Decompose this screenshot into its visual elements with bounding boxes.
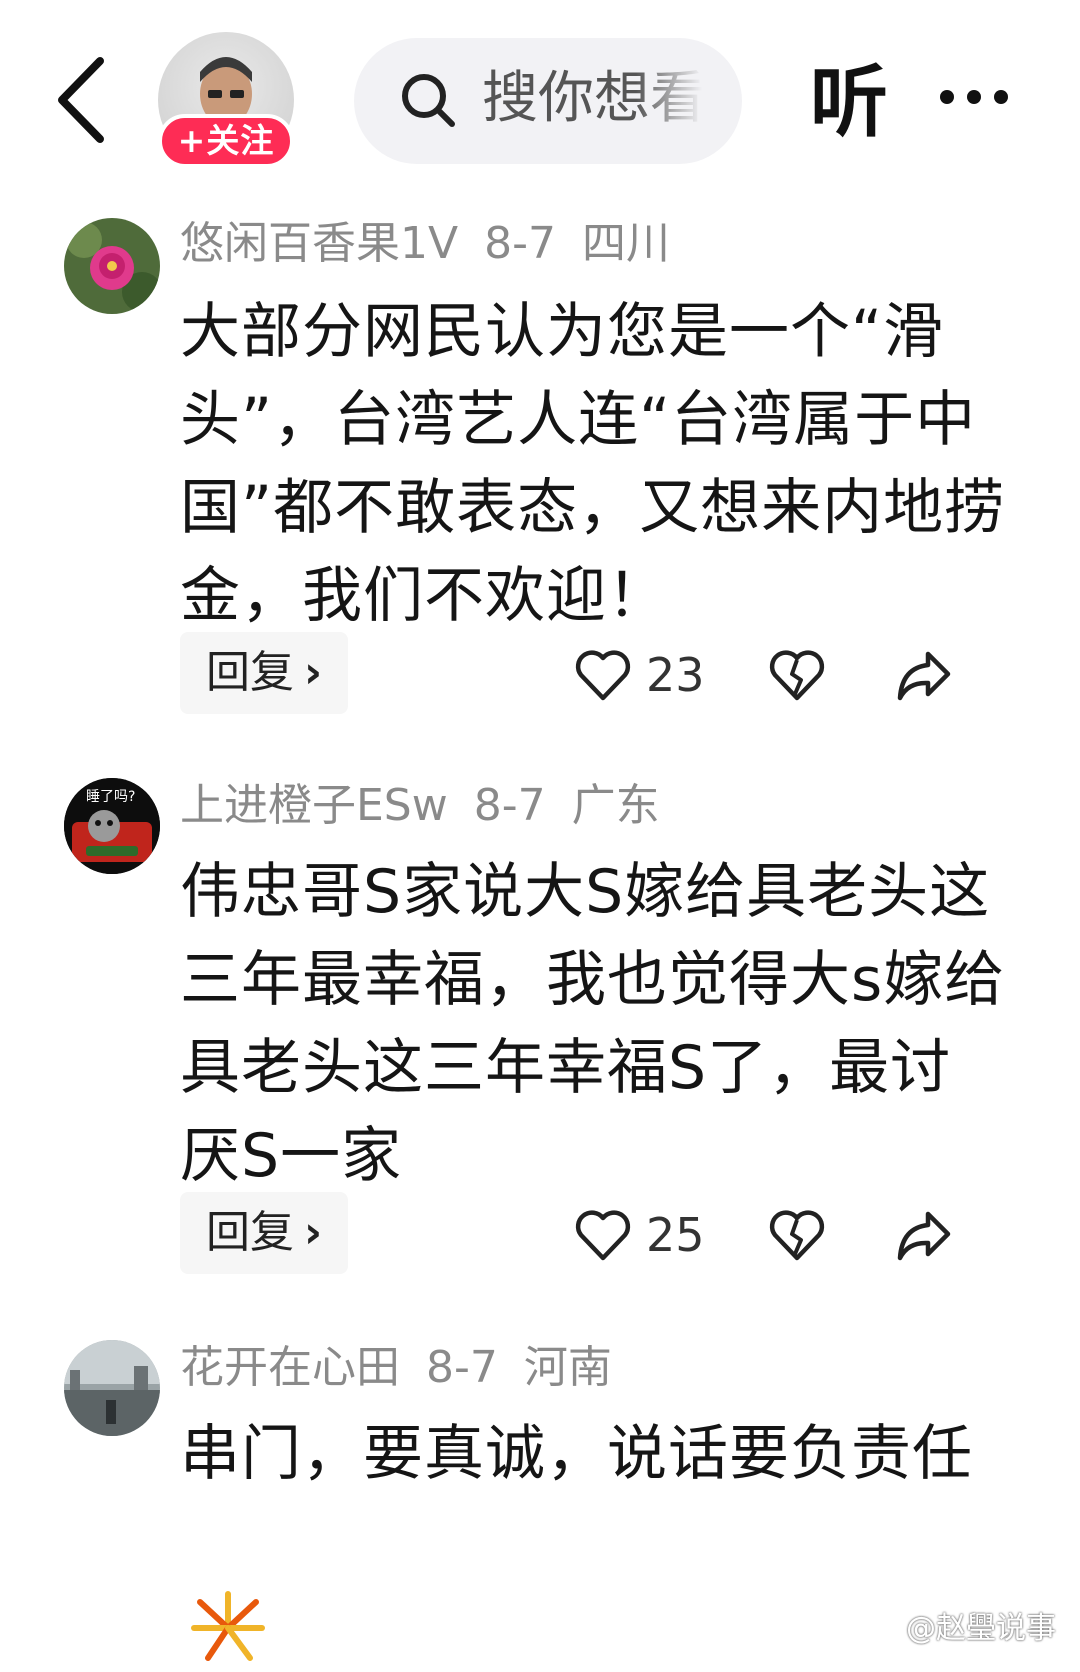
- avatar-caption: 睡了吗?: [86, 789, 136, 805]
- watermark: @赵璺说事: [906, 1611, 1056, 1646]
- like-button[interactable]: [572, 644, 634, 710]
- comment-date: 8-7: [473, 780, 546, 831]
- search-icon: [398, 70, 458, 130]
- share-arrow-icon: [897, 651, 951, 701]
- back-button[interactable]: [48, 55, 118, 145]
- share-arrow-icon: [897, 1211, 951, 1261]
- comment-username[interactable]: 上进橙子ESw: [180, 780, 448, 831]
- chevron-right-icon: ›: [304, 1207, 323, 1258]
- comment-meta: 悠闲百香果1V 8-7 四川: [180, 216, 696, 272]
- landscape-avatar-icon: [64, 1340, 160, 1436]
- comment-location: 河南: [523, 1342, 612, 1393]
- comment-meta: 花开在心田 8-7 河南: [180, 1340, 638, 1396]
- broken-heart-icon: [769, 650, 825, 701]
- comment-avatar[interactable]: [64, 1340, 160, 1436]
- search-placeholder: 搜你想看: [482, 66, 702, 131]
- listen-button[interactable]: 听: [810, 58, 888, 148]
- comment-date: 8-7: [484, 218, 556, 269]
- comment-location: 四川: [581, 218, 670, 269]
- share-button[interactable]: [892, 644, 954, 710]
- heart-icon: [575, 650, 631, 701]
- like-button[interactable]: [572, 1204, 634, 1270]
- reply-button[interactable]: 回复 ›: [180, 1192, 349, 1274]
- comment-meta: 上进橙子ESw 8-7 广东: [180, 778, 686, 834]
- more-options-button[interactable]: [940, 84, 1010, 112]
- comment-username[interactable]: 花开在心田: [180, 1342, 400, 1393]
- reply-button[interactable]: 回复 ›: [180, 632, 349, 714]
- comment-text: 串门，要真诚，说话要负责任: [180, 1419, 973, 1489]
- rose-flower-avatar-icon: [64, 218, 160, 314]
- comment-location: 广东: [571, 780, 660, 831]
- heart-icon: [575, 1210, 631, 1261]
- comment-text: 伟忠哥S家说大S嫁给具老头这三年最幸福，我也觉得大s嫁给具老头这三年幸福S了，最…: [180, 857, 1006, 1191]
- comment-text: 大部分网民认为您是一个“滑头”，台湾艺人连“台湾属于中国”都不敢表态，又想来内地…: [180, 297, 1006, 631]
- comment-avatar[interactable]: 睡了吗?: [64, 778, 160, 874]
- comment-avatar[interactable]: [64, 218, 160, 314]
- comment-date: 8-7: [426, 1342, 498, 1393]
- like-count: 23: [646, 648, 705, 702]
- dislike-button[interactable]: [766, 644, 828, 710]
- like-count: 25: [646, 1208, 705, 1262]
- chevron-right-icon: ›: [304, 647, 323, 698]
- follow-button[interactable]: +关注: [158, 114, 294, 168]
- broken-heart-icon: [769, 1210, 825, 1261]
- reply-label: 回复: [206, 647, 294, 698]
- chevron-left-icon: [58, 57, 104, 143]
- share-button[interactable]: [892, 1204, 954, 1270]
- dislike-button[interactable]: [766, 1204, 828, 1270]
- reply-label: 回复: [206, 1207, 294, 1258]
- comment-username[interactable]: 悠闲百香果1V: [180, 218, 458, 269]
- firework-emoji-icon: [188, 1588, 268, 1668]
